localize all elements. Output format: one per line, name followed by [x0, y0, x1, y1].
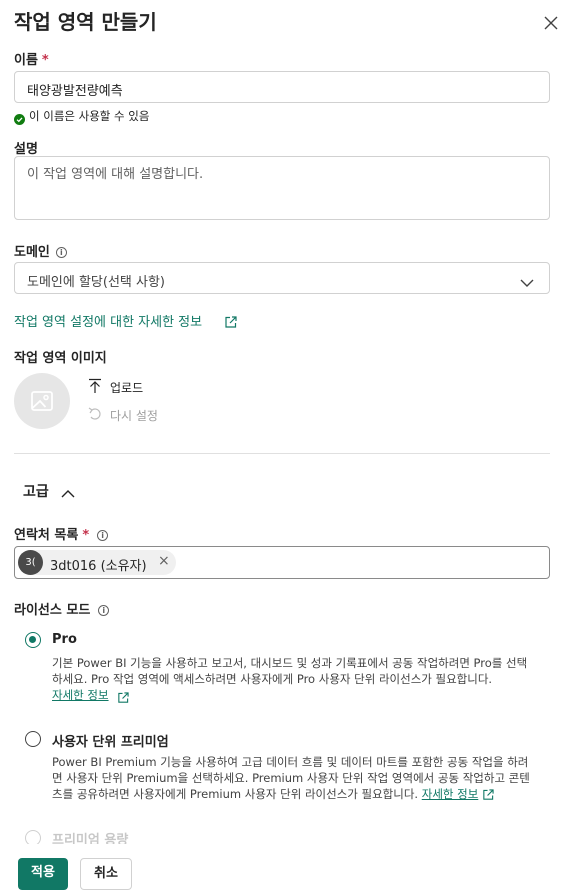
domain-dropdown-value: 도메인에 할당(선택 사항) [27, 275, 166, 290]
description-label: 설명 [14, 142, 38, 157]
premium-per-user-radio[interactable] [25, 731, 41, 747]
reset-button: 다시 설정 [110, 409, 158, 423]
domain-label-text: 도메인 [14, 245, 50, 260]
premium-learn-more-link[interactable]: 자세한 정보 [422, 787, 479, 801]
dialog-footer: 적용 취소 [0, 844, 568, 895]
name-label-text: 이름 [14, 53, 38, 68]
workspace-image-avatar [14, 373, 70, 429]
workspace-settings-link-text: 작업 영역 설정에 대한 자세한 정보 [14, 315, 203, 330]
upload-button[interactable]: 업로드 [110, 379, 143, 396]
contact-chip-name: 3dt016 (소유자) [50, 559, 147, 574]
remove-chip-icon[interactable]: × [158, 553, 170, 569]
domain-label: 도메인 i [14, 241, 67, 260]
avatar: 3( [18, 550, 43, 575]
pro-radio[interactable] [25, 632, 41, 648]
license-mode-label-text: 라이선스 모드 [14, 603, 91, 618]
required-mark: * [41, 53, 49, 68]
domain-dropdown[interactable]: 도메인에 할당(선택 사항) [14, 262, 550, 294]
apply-button[interactable]: 적용 [18, 858, 68, 890]
dialog-title: 작업 영역 만들기 [14, 10, 157, 34]
upload-icon[interactable] [88, 378, 102, 394]
workspace-image-label: 작업 영역 이미지 [14, 351, 107, 366]
description-textarea[interactable]: 이 작업 영역에 대해 설명합니다. [14, 156, 550, 220]
required-mark: * [82, 528, 90, 543]
chevron-up-icon[interactable] [61, 484, 75, 498]
workspace-settings-link[interactable]: 작업 영역 설정에 대한 자세한 정보 [14, 311, 202, 330]
pro-option-description: 기본 Power BI 기능을 사용하고 보고서, 대시보드 및 성과 기록표에… [52, 656, 528, 686]
contact-chip: 3( 3dt016 (소유자) × [18, 550, 176, 575]
close-icon[interactable] [540, 12, 562, 34]
chevron-down-icon [520, 273, 534, 287]
check-circle-icon [14, 110, 25, 125]
image-icon [31, 391, 53, 411]
info-icon[interactable]: i [98, 605, 110, 616]
cancel-button[interactable]: 취소 [80, 858, 132, 890]
pro-option-title[interactable]: Pro [52, 632, 77, 647]
contacts-label: 연락처 목록 * i [14, 524, 109, 543]
reset-icon [88, 406, 102, 420]
external-link-icon[interactable] [482, 788, 494, 801]
pro-learn-more-text: 자세한 정보 [52, 688, 109, 702]
info-icon[interactable]: i [55, 247, 67, 258]
premium-per-user-description: Power BI Premium 기능을 사용하여 고급 데이터 흐름 및 데이… [52, 754, 532, 802]
contacts-label-text: 연락처 목록 [14, 528, 79, 543]
pro-learn-more-link[interactable]: 자세한 정보 [52, 687, 109, 703]
advanced-toggle[interactable]: 고급 [23, 481, 49, 501]
license-mode-label: 라이선스 모드 i [14, 599, 110, 618]
premium-per-user-title[interactable]: 사용자 단위 프리미엄 [52, 731, 169, 750]
name-input-value: 태양광발전량예측 [27, 84, 123, 99]
external-link-icon[interactable] [117, 689, 129, 703]
name-validation-message: 이 이름은 사용할 수 있음 [29, 109, 150, 123]
contacts-input[interactable]: 3( 3dt016 (소유자) × [14, 546, 550, 579]
section-divider [14, 453, 550, 454]
name-label: 이름 * [14, 49, 49, 68]
info-icon[interactable]: i [97, 530, 109, 541]
name-input[interactable]: 태양광발전량예측 [14, 71, 550, 103]
advanced-label: 고급 [23, 484, 49, 500]
external-link-icon[interactable] [224, 314, 237, 328]
description-placeholder: 이 작업 영역에 대해 설명합니다. [27, 167, 204, 182]
